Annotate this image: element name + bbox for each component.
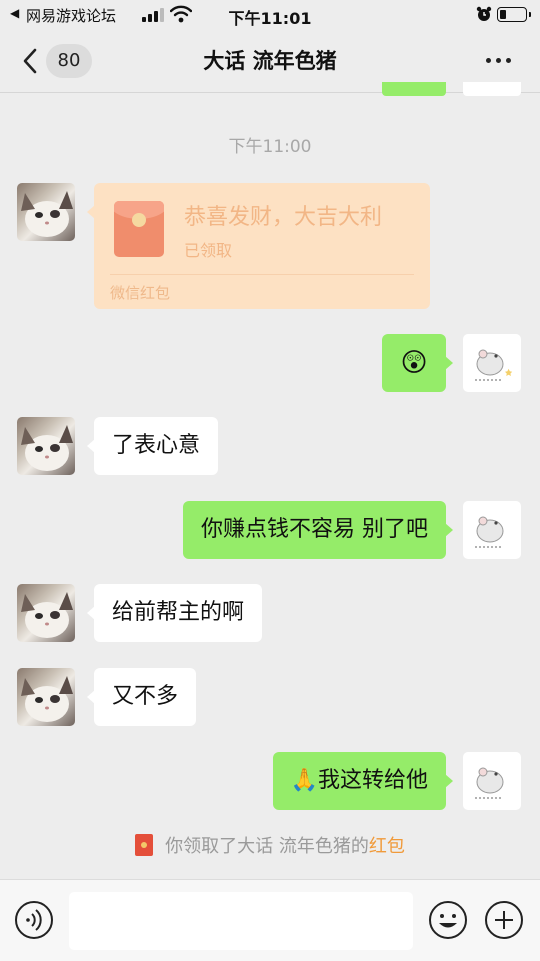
contact-avatar[interactable] (17, 668, 75, 726)
more-icon[interactable] (484, 58, 514, 64)
previous-message-bubble[interactable] (382, 82, 446, 96)
message-input[interactable] (69, 892, 413, 950)
system-notice: 你领取了大话 流年色猪的红包 (0, 832, 540, 858)
my-avatar[interactable] (463, 334, 521, 392)
status-time: 下午11:01 (228, 9, 312, 28)
hamster-avatar-icon (475, 516, 504, 548)
contact-avatar[interactable] (17, 183, 75, 241)
hamster-avatar-icon (475, 767, 504, 799)
contact-avatar[interactable] (17, 417, 75, 475)
red-packet-status: 已领取 (184, 241, 233, 260)
my-avatar[interactable] (463, 501, 521, 559)
cat-avatar-icon (21, 425, 73, 471)
chat-header: 80 大话 流年色猪 (0, 30, 540, 93)
red-packet-link[interactable]: 红包 (369, 836, 405, 857)
contact-avatar[interactable] (17, 584, 75, 642)
message-bubble[interactable]: 了表心意 (86, 417, 219, 475)
input-bar (0, 879, 540, 961)
cat-avatar-icon (21, 191, 73, 237)
my-avatar[interactable] (463, 752, 521, 810)
system-notice-text: 你领取了大话 流年色猪的 (165, 836, 369, 857)
message-bubble[interactable]: 😲 (382, 334, 453, 392)
emoji-icon[interactable] (428, 900, 468, 940)
message-bubble[interactable]: 给前帮主的啊 (86, 584, 263, 642)
message-bubble[interactable]: 🙏我这转给他 (272, 752, 454, 810)
battery-level (500, 10, 506, 19)
alarm-icon (476, 6, 492, 21)
message-bubble[interactable]: 你赚点钱不容易 别了吧 (183, 501, 453, 559)
voice-icon[interactable] (14, 900, 54, 940)
my-avatar[interactable] (463, 82, 521, 96)
cat-avatar-icon (21, 592, 73, 638)
chat-title: 大话 流年色猪 (203, 49, 337, 73)
red-packet-icon (135, 834, 154, 856)
battery-icon (497, 7, 531, 22)
status-bar: ◀ 网易游戏论坛 下午11:01 (0, 0, 540, 30)
cat-avatar-icon (21, 676, 73, 722)
red-packet-card[interactable]: 恭喜发财，大吉大利 已领取 微信红包 (87, 183, 430, 309)
hamster-avatar-icon (475, 349, 513, 381)
red-packet-footer: 微信红包 (110, 284, 171, 302)
plus-icon[interactable] (484, 900, 524, 940)
message-bubble[interactable]: 又不多 (86, 668, 197, 726)
red-packet-title: 恭喜发财，大吉大利 (184, 205, 383, 230)
divider (110, 274, 414, 275)
message-timestamp: 下午11:00 (228, 137, 312, 157)
red-packet-icon (114, 201, 164, 257)
